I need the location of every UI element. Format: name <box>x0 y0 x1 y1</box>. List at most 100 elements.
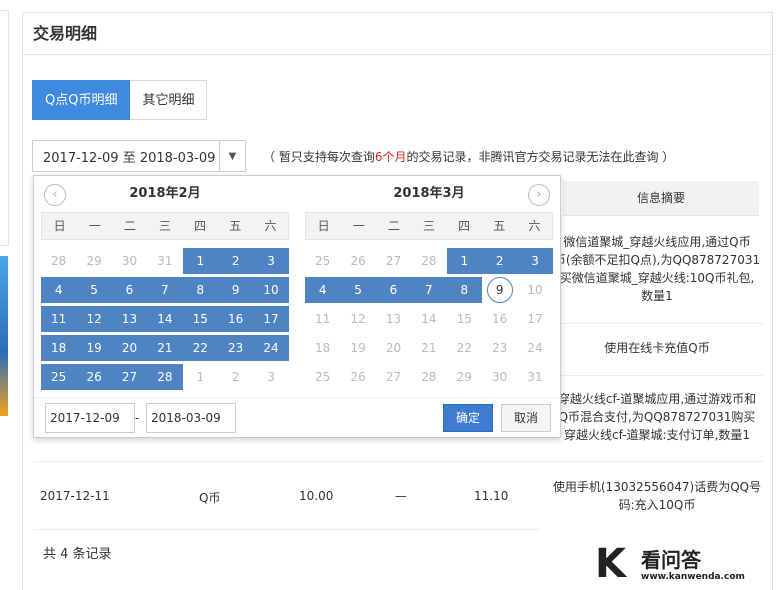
table-row-summary: 穿越火线cf-道聚城应用,通过游戏币和 Q币混合支付,为QQ878727031购… <box>549 390 765 444</box>
row-divider <box>33 529 539 530</box>
calendar-day[interactable]: 24 <box>253 335 289 361</box>
chevron-down-icon[interactable]: ▼ <box>219 141 245 171</box>
calendar-day[interactable]: 5 <box>340 277 376 303</box>
weekday: 四 <box>194 219 207 233</box>
calendar-day[interactable]: 14 <box>147 306 183 332</box>
calendar-day[interactable]: 20 <box>376 335 411 361</box>
calendar-day[interactable]: 6 <box>111 277 148 303</box>
calendar-day[interactable]: 2 <box>481 248 518 274</box>
calendar-day[interactable]: 6 <box>375 277 412 303</box>
cancel-button[interactable]: 取消 <box>501 404 551 432</box>
calendar-day[interactable]: 16 <box>482 306 517 332</box>
watermark-text: 看问答 <box>641 548 701 572</box>
calendar-day[interactable]: 30 <box>112 248 147 274</box>
calendar-day[interactable]: 28 <box>411 364 446 390</box>
calendar-day[interactable]: 20 <box>111 335 148 361</box>
calendar-day[interactable]: 15 <box>447 306 482 332</box>
left-banner-fragment[interactable] <box>0 256 8 416</box>
calendar-day[interactable]: 29 <box>76 248 111 274</box>
calendar-day[interactable]: 18 <box>305 335 340 361</box>
calendar-day[interactable]: 10 <box>517 277 552 303</box>
calendar-day[interactable]: 27 <box>376 248 411 274</box>
calendar-day[interactable]: 18 <box>41 335 77 361</box>
month-title: 2018年2月 <box>129 186 201 201</box>
date-range-picker[interactable]: 2017-12-09 至 2018-03-09 ▼ <box>32 140 246 172</box>
calendar-day[interactable]: 17 <box>253 306 289 332</box>
tab-other-detail[interactable]: 其它明细 <box>130 80 208 120</box>
weekday: 日 <box>53 219 66 233</box>
month-march: 2018年3月 日 一 二 三 四 五 六 25 26 27 28 1 2 3 4 5 6 7 8 9 1… <box>305 176 553 393</box>
calendar-day[interactable]: 26 <box>340 248 375 274</box>
calendar-day[interactable]: 13 <box>111 306 148 332</box>
calendar-day[interactable]: 7 <box>411 277 447 303</box>
record-count: 共 4 条记录 <box>43 547 112 562</box>
summary-line: 使用手机(13032556047)话费为QQ号 <box>552 480 762 494</box>
calendar-day[interactable]: 19 <box>76 335 112 361</box>
watermark-url: www.kanwenda.com <box>641 572 745 582</box>
calendar-day[interactable]: 13 <box>376 306 411 332</box>
calendar-day[interactable]: 28 <box>41 248 76 274</box>
range-note-after: 的交易记录，非腾讯官方交易记录无法在此查询 ） <box>406 150 675 164</box>
tab-q-coin-detail[interactable]: Q点Q币明细 <box>32 80 131 120</box>
calendar-day[interactable]: 5 <box>76 277 112 303</box>
calendar-day[interactable]: 10 <box>253 277 289 303</box>
calendar-day[interactable]: 1 <box>446 248 482 274</box>
calendar-day[interactable]: 12 <box>340 306 375 332</box>
summary-line: 码:充入10Q币 <box>618 498 696 512</box>
summary-line: 穿越火线cf-道聚城应用,通过游戏币和 <box>557 392 757 406</box>
calendar-day[interactable]: 2 <box>218 364 253 390</box>
calendar-day[interactable]: 8 <box>446 277 482 303</box>
calendar-day[interactable]: 24 <box>517 335 552 361</box>
calendar-day[interactable]: 22 <box>447 335 482 361</box>
calendar-day[interactable]: 31 <box>517 364 552 390</box>
calendar-day[interactable]: 21 <box>411 335 446 361</box>
calendar-day[interactable]: 15 <box>182 306 218 332</box>
calendar-day[interactable]: 28 <box>147 364 183 390</box>
calendar-day[interactable]: 1 <box>182 248 218 274</box>
calendar-day[interactable]: 27 <box>376 364 411 390</box>
calendar-day[interactable]: 30 <box>482 364 517 390</box>
calendar-day[interactable]: 17 <box>517 306 552 332</box>
range-note: （ 暂只支持每次查询6个月的交易记录，非腾讯官方交易记录无法在此查询 ） <box>263 148 674 165</box>
calendar-day[interactable]: 3 <box>517 248 553 274</box>
start-date-input[interactable]: 2017-12-09 <box>45 403 135 433</box>
calendar-day[interactable]: 11 <box>305 306 340 332</box>
calendar-day[interactable]: 16 <box>217 306 254 332</box>
calendar-day[interactable]: 26 <box>340 364 375 390</box>
calendar-day[interactable]: 2 <box>217 248 254 274</box>
calendar-day[interactable]: 29 <box>447 364 482 390</box>
watermark-logo: K 看问答 www.kanwenda.com <box>595 541 775 590</box>
calendar-day[interactable]: 11 <box>41 306 77 332</box>
calendar-day[interactable]: 25 <box>41 364 77 390</box>
calendar-day[interactable]: 3 <box>253 248 289 274</box>
calendar-day[interactable]: 8 <box>182 277 218 303</box>
calendar-day[interactable]: 1 <box>183 364 218 390</box>
calendar-day[interactable]: 12 <box>76 306 112 332</box>
calendar-day[interactable]: 7 <box>147 277 183 303</box>
calendar-day[interactable]: 19 <box>340 335 375 361</box>
end-date-input[interactable]: 2018-03-09 <box>146 403 236 433</box>
table-row-summary: 微信道聚城_穿越火线应用,通过Q币 币(余额不足扣Q点),为QQ87872703… <box>549 233 765 305</box>
calendar-day[interactable]: 26 <box>76 364 112 390</box>
calendar-day[interactable]: 4 <box>41 277 77 303</box>
confirm-button[interactable]: 确定 <box>443 404 493 432</box>
calendar-day[interactable]: 25 <box>305 364 340 390</box>
calendar-day[interactable]: 3 <box>253 364 288 390</box>
calendar-day[interactable]: 4 <box>305 277 341 303</box>
calendar-day[interactable]: 25 <box>305 248 340 274</box>
weekday-header: 日 一 二 三 四 五 六 <box>41 212 289 240</box>
summary-line: 数量1 <box>641 289 673 303</box>
calendar-day[interactable]: 9 <box>482 277 517 303</box>
calendar-day[interactable]: 14 <box>411 306 446 332</box>
summary-line: 穿越火线cf-道聚城:支付订单,数量1 <box>564 428 750 442</box>
calendar-day[interactable]: 22 <box>182 335 218 361</box>
calendar-day[interactable]: 31 <box>147 248 182 274</box>
summary-line: 微信道聚城_穿越火线应用,通过Q币 <box>563 235 751 249</box>
calendar-day[interactable]: 28 <box>411 248 446 274</box>
row-dash: — <box>395 489 407 503</box>
calendar-day[interactable]: 23 <box>217 335 254 361</box>
calendar-day[interactable]: 21 <box>147 335 183 361</box>
calendar-day[interactable]: 23 <box>482 335 517 361</box>
calendar-day[interactable]: 27 <box>111 364 148 390</box>
calendar-day[interactable]: 9 <box>217 277 254 303</box>
